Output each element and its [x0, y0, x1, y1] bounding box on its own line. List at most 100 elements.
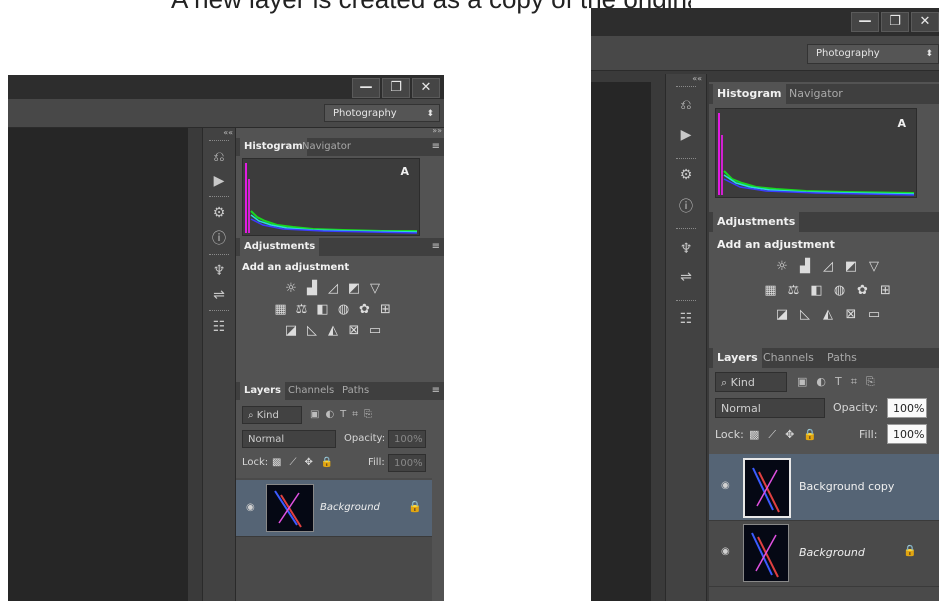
collapse-left-button[interactable]: «« — [223, 128, 233, 137]
panel-menu-icon[interactable]: ≡ — [432, 138, 440, 156]
brightness-icon[interactable]: ☼ — [775, 260, 789, 274]
panel-grip[interactable] — [209, 196, 229, 199]
opacity-input[interactable]: 100% — [388, 430, 426, 448]
clone-source-icon[interactable]: ⇌ — [676, 268, 696, 286]
actions-play-icon[interactable]: ▶ — [676, 126, 696, 144]
tab-adjustments[interactable]: Adjustments — [713, 212, 800, 232]
filter-icons[interactable]: ▣◐T⌗⎘ — [797, 373, 884, 391]
black-white-icon[interactable]: ◧ — [316, 303, 330, 317]
hue-saturation-icon[interactable]: ▦ — [764, 284, 778, 298]
workspace-switcher[interactable]: Photography ⬍ — [807, 44, 939, 64]
gradient-map-icon[interactable]: ▭ — [867, 308, 881, 322]
layer-row[interactable]: ◉ Background copy — [709, 454, 939, 521]
panel-grip[interactable] — [676, 228, 696, 231]
tab-paths[interactable]: Paths — [823, 348, 861, 368]
vibrance-icon[interactable]: ▽ — [368, 282, 382, 296]
color-lookup-icon[interactable]: ⊞ — [379, 303, 393, 317]
collapse-right-button[interactable]: »» — [432, 126, 442, 135]
tab-channels[interactable]: Channels — [759, 348, 818, 368]
exposure-icon[interactable]: ◩ — [347, 282, 361, 296]
panel-menu-icon[interactable]: ≡ — [432, 382, 440, 400]
eye-icon[interactable]: ◉ — [246, 502, 255, 513]
fill-input[interactable]: 100% — [388, 454, 426, 472]
tab-channels[interactable]: Channels — [284, 382, 338, 400]
vibrance-icon[interactable]: ▽ — [867, 260, 881, 274]
panel-menu-icon[interactable]: ≡ — [432, 238, 440, 256]
levels-icon[interactable]: ▟ — [305, 282, 319, 296]
tab-navigator[interactable]: Navigator — [785, 84, 847, 104]
gradient-map-icon[interactable]: ▭ — [368, 324, 382, 338]
invert-icon[interactable]: ◪ — [284, 324, 298, 338]
selective-color-icon[interactable]: ⊠ — [347, 324, 361, 338]
layer-name[interactable]: Background copy — [799, 480, 894, 493]
photo-filter-icon[interactable]: ◍ — [337, 303, 351, 317]
eye-icon[interactable]: ◉ — [721, 546, 730, 557]
panel-grip[interactable] — [676, 86, 696, 89]
panel-grip[interactable] — [676, 300, 696, 303]
layer-comps-icon[interactable]: ☷ — [676, 310, 696, 328]
posterize-icon[interactable]: ◺ — [798, 308, 812, 322]
layer-row[interactable]: ◉ Background 🔒 — [709, 520, 939, 587]
brushes-icon[interactable]: ♆ — [209, 262, 229, 280]
minimize-button[interactable]: — — [851, 12, 879, 32]
kind-filter[interactable]: ⌕ Kind — [242, 406, 302, 424]
channel-mixer-icon[interactable]: ✿ — [856, 284, 870, 298]
kind-filter[interactable]: ⌕ Kind — [715, 372, 787, 392]
fill-input[interactable]: 100% — [887, 424, 927, 444]
minimize-button[interactable]: — — [352, 78, 380, 98]
curves-icon[interactable]: ◿ — [821, 260, 835, 274]
threshold-icon[interactable]: ◭ — [821, 308, 835, 322]
tab-navigator[interactable]: Navigator — [298, 138, 355, 156]
tab-paths[interactable]: Paths — [338, 382, 373, 400]
clone-source-icon[interactable]: ⇌ — [209, 286, 229, 304]
photo-filter-icon[interactable]: ◍ — [833, 284, 847, 298]
eye-icon[interactable]: ◉ — [721, 480, 730, 491]
threshold-icon[interactable]: ◭ — [326, 324, 340, 338]
color-lookup-icon[interactable]: ⊞ — [879, 284, 893, 298]
layer-name[interactable]: Background — [320, 502, 380, 513]
blend-mode-select[interactable]: Normal — [242, 430, 336, 448]
black-white-icon[interactable]: ◧ — [810, 284, 824, 298]
history-icon[interactable]: ⎌ — [209, 148, 229, 166]
panel-grip[interactable] — [209, 254, 229, 257]
properties-icon[interactable]: ⚙ — [676, 166, 696, 184]
lock-icons[interactable]: ▩⟋✥🔒 — [272, 454, 341, 472]
panel-grip[interactable] — [209, 140, 229, 143]
workspace-switcher[interactable]: Photography ⬍ — [324, 104, 440, 122]
properties-icon[interactable]: ⚙ — [209, 204, 229, 222]
tab-histogram[interactable]: Histogram — [240, 138, 307, 156]
histogram-warning-icon[interactable]: A — [897, 117, 906, 130]
actions-play-icon[interactable]: ▶ — [209, 172, 229, 190]
panel-grip[interactable] — [209, 310, 229, 313]
layer-row[interactable]: ◉ Background 🔒 — [236, 480, 432, 537]
posterize-icon[interactable]: ◺ — [305, 324, 319, 338]
lock-icons[interactable]: ▩⟋✥🔒 — [749, 426, 826, 444]
info-icon[interactable]: ⓘ — [676, 198, 696, 216]
selective-color-icon[interactable]: ⊠ — [844, 308, 858, 322]
tab-adjustments[interactable]: Adjustments — [240, 238, 320, 256]
opacity-input[interactable]: 100% — [887, 398, 927, 418]
channel-mixer-icon[interactable]: ✿ — [358, 303, 372, 317]
brightness-icon[interactable]: ☼ — [284, 282, 298, 296]
curves-icon[interactable]: ◿ — [326, 282, 340, 296]
color-balance-icon[interactable]: ⚖ — [295, 303, 309, 317]
brushes-icon[interactable]: ♆ — [676, 240, 696, 258]
invert-icon[interactable]: ◪ — [775, 308, 789, 322]
collapse-left-button[interactable]: «« — [692, 74, 702, 83]
exposure-icon[interactable]: ◩ — [844, 260, 858, 274]
restore-button[interactable]: ❐ — [881, 12, 909, 32]
close-button[interactable]: ✕ — [412, 78, 440, 98]
filter-icons[interactable]: ▣◐T⌗⎘ — [310, 406, 378, 424]
tab-layers[interactable]: Layers — [713, 348, 762, 368]
panel-grip[interactable] — [676, 158, 696, 161]
color-balance-icon[interactable]: ⚖ — [787, 284, 801, 298]
histogram-warning-icon[interactable]: A — [400, 165, 409, 178]
info-icon[interactable]: ⓘ — [209, 230, 229, 248]
hue-saturation-icon[interactable]: ▦ — [274, 303, 288, 317]
layer-name[interactable]: Background — [799, 546, 865, 559]
restore-button[interactable]: ❐ — [382, 78, 410, 98]
levels-icon[interactable]: ▟ — [798, 260, 812, 274]
tab-layers[interactable]: Layers — [240, 382, 285, 400]
layer-comps-icon[interactable]: ☷ — [209, 318, 229, 336]
close-button[interactable]: ✕ — [911, 12, 939, 32]
